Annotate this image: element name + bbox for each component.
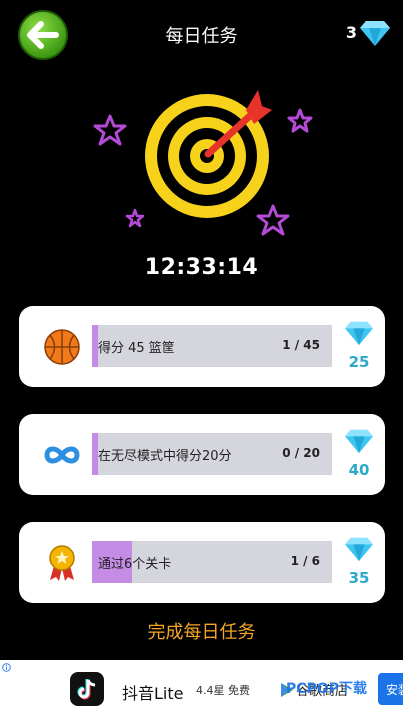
task-label: 在无尽模式中得分20分: [98, 449, 232, 464]
countdown-timer: 12:33:14: [144, 255, 259, 280]
task-reward: 40: [342, 428, 376, 479]
infinity-icon: [44, 446, 80, 464]
page-title: 每日任务: [165, 26, 238, 47]
task-progress-bar: 在无尽模式中得分20分 0 / 20: [92, 433, 332, 475]
task-label: 通过6个关卡: [98, 557, 172, 572]
tiktok-app-icon[interactable]: [70, 672, 104, 706]
basketball-icon: [44, 329, 80, 365]
star-icon: [125, 208, 145, 228]
target-illustration: [93, 90, 313, 236]
progress-fill: [92, 433, 98, 475]
task-progress-bar: 通过6个关卡 1 / 6: [92, 541, 332, 583]
reward-amount: 25: [348, 353, 370, 371]
task-progress-count: 1 / 45: [282, 338, 320, 352]
progress-fill: [92, 325, 98, 367]
medal-icon: [49, 545, 75, 581]
star-icon: [287, 108, 313, 133]
diamond-icon: [345, 537, 373, 562]
task-label: 得分 45 篮筐: [98, 341, 175, 356]
ad-app-name: 抖音Lite: [122, 684, 184, 703]
diamond-icon: [345, 429, 373, 454]
diamond-icon: [360, 21, 390, 46]
task-card[interactable]: 得分 45 篮筐 1 / 45 25: [19, 306, 385, 387]
task-reward: 35: [342, 536, 376, 587]
install-button[interactable]: 安装: [378, 673, 403, 705]
watermark-logo: PCPOP下载: [286, 681, 367, 697]
reward-amount: 40: [348, 461, 370, 479]
ad-rating: 4.4星 免费: [196, 684, 250, 697]
task-progress-bar: 得分 45 篮筐 1 / 45: [92, 325, 332, 367]
task-card[interactable]: 通过6个关卡 1 / 6 35: [19, 522, 385, 603]
info-icon[interactable]: [2, 663, 11, 672]
complete-daily-tasks-label[interactable]: 完成每日任务: [0, 618, 403, 644]
star-icon: [256, 204, 290, 236]
task-progress-count: 0 / 20: [282, 446, 320, 460]
reward-amount: 35: [348, 569, 370, 587]
top-bar: 每日任务 3: [0, 0, 403, 70]
task-card[interactable]: 在无尽模式中得分20分 0 / 20 40: [19, 414, 385, 495]
task-progress-count: 1 / 6: [290, 554, 320, 568]
diamond-icon: [345, 321, 373, 346]
music-note-icon: [77, 679, 96, 700]
gem-balance: 3: [345, 23, 357, 42]
task-reward: 25: [342, 320, 376, 371]
star-icon: [93, 114, 127, 146]
